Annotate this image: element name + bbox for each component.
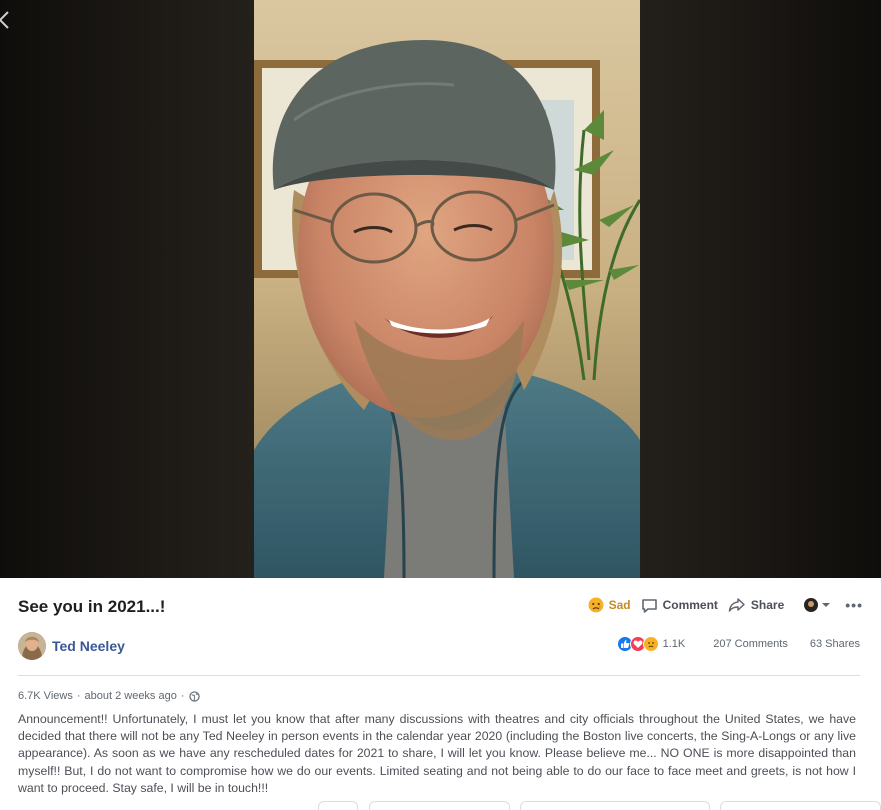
post-title: See you in 2021...! — [18, 597, 166, 616]
post-description: Announcement!! Unfortunately, I must let… — [18, 712, 856, 795]
related-video-card[interactable] — [520, 801, 710, 810]
reactions-count[interactable]: 1.1K — [663, 638, 686, 650]
video-player[interactable] — [254, 0, 640, 578]
reaction-icons[interactable] — [616, 636, 659, 652]
sad-reaction-icon — [642, 636, 659, 652]
views-count: 6.7K Views — [18, 690, 73, 702]
avatar-image — [18, 632, 46, 660]
author-name-link[interactable]: Ted Neeley — [52, 638, 125, 654]
related-video-card[interactable] — [720, 801, 881, 810]
post-meta: 6.7K Views · about 2 weeks ago · — [18, 690, 200, 702]
author-block: Ted Neeley — [18, 632, 125, 660]
timestamp-link[interactable]: about 2 weeks ago — [85, 690, 177, 702]
chevron-left-icon — [0, 11, 9, 29]
globe-icon[interactable] — [188, 690, 200, 702]
engagement-stats: 1.1K 207 Comments 63 Shares — [616, 636, 860, 652]
author-avatar[interactable] — [18, 632, 46, 660]
comment-bubble-icon — [641, 598, 657, 613]
actor-avatar-icon — [804, 598, 819, 612]
related-video-card[interactable] — [369, 801, 510, 810]
action-bar: Sad Comment Share ••• — [578, 594, 863, 616]
actor-selector[interactable] — [804, 598, 831, 612]
related-video-card[interactable] — [318, 801, 358, 810]
divider — [18, 675, 860, 676]
sad-emoji-icon — [588, 597, 604, 613]
caret-down-icon — [822, 603, 831, 607]
reaction-button[interactable]: Sad — [588, 597, 631, 613]
back-button[interactable] — [0, 6, 14, 34]
share-button[interactable]: Share — [728, 597, 784, 613]
share-label: Share — [750, 598, 785, 612]
comment-label: Comment — [662, 598, 718, 612]
video-frame-image — [254, 0, 640, 578]
comments-count-link[interactable]: 207 Comments — [713, 638, 788, 650]
share-arrow-icon — [728, 598, 745, 612]
comment-button[interactable]: Comment — [641, 597, 718, 614]
meta-separator: · — [180, 690, 185, 702]
video-stage — [0, 0, 881, 578]
reaction-label: Sad — [608, 598, 631, 612]
shares-count-link[interactable]: 63 Shares — [810, 638, 860, 650]
meta-separator: · — [76, 690, 81, 702]
more-options-button[interactable]: ••• — [845, 597, 863, 613]
related-video-cards — [0, 801, 881, 810]
